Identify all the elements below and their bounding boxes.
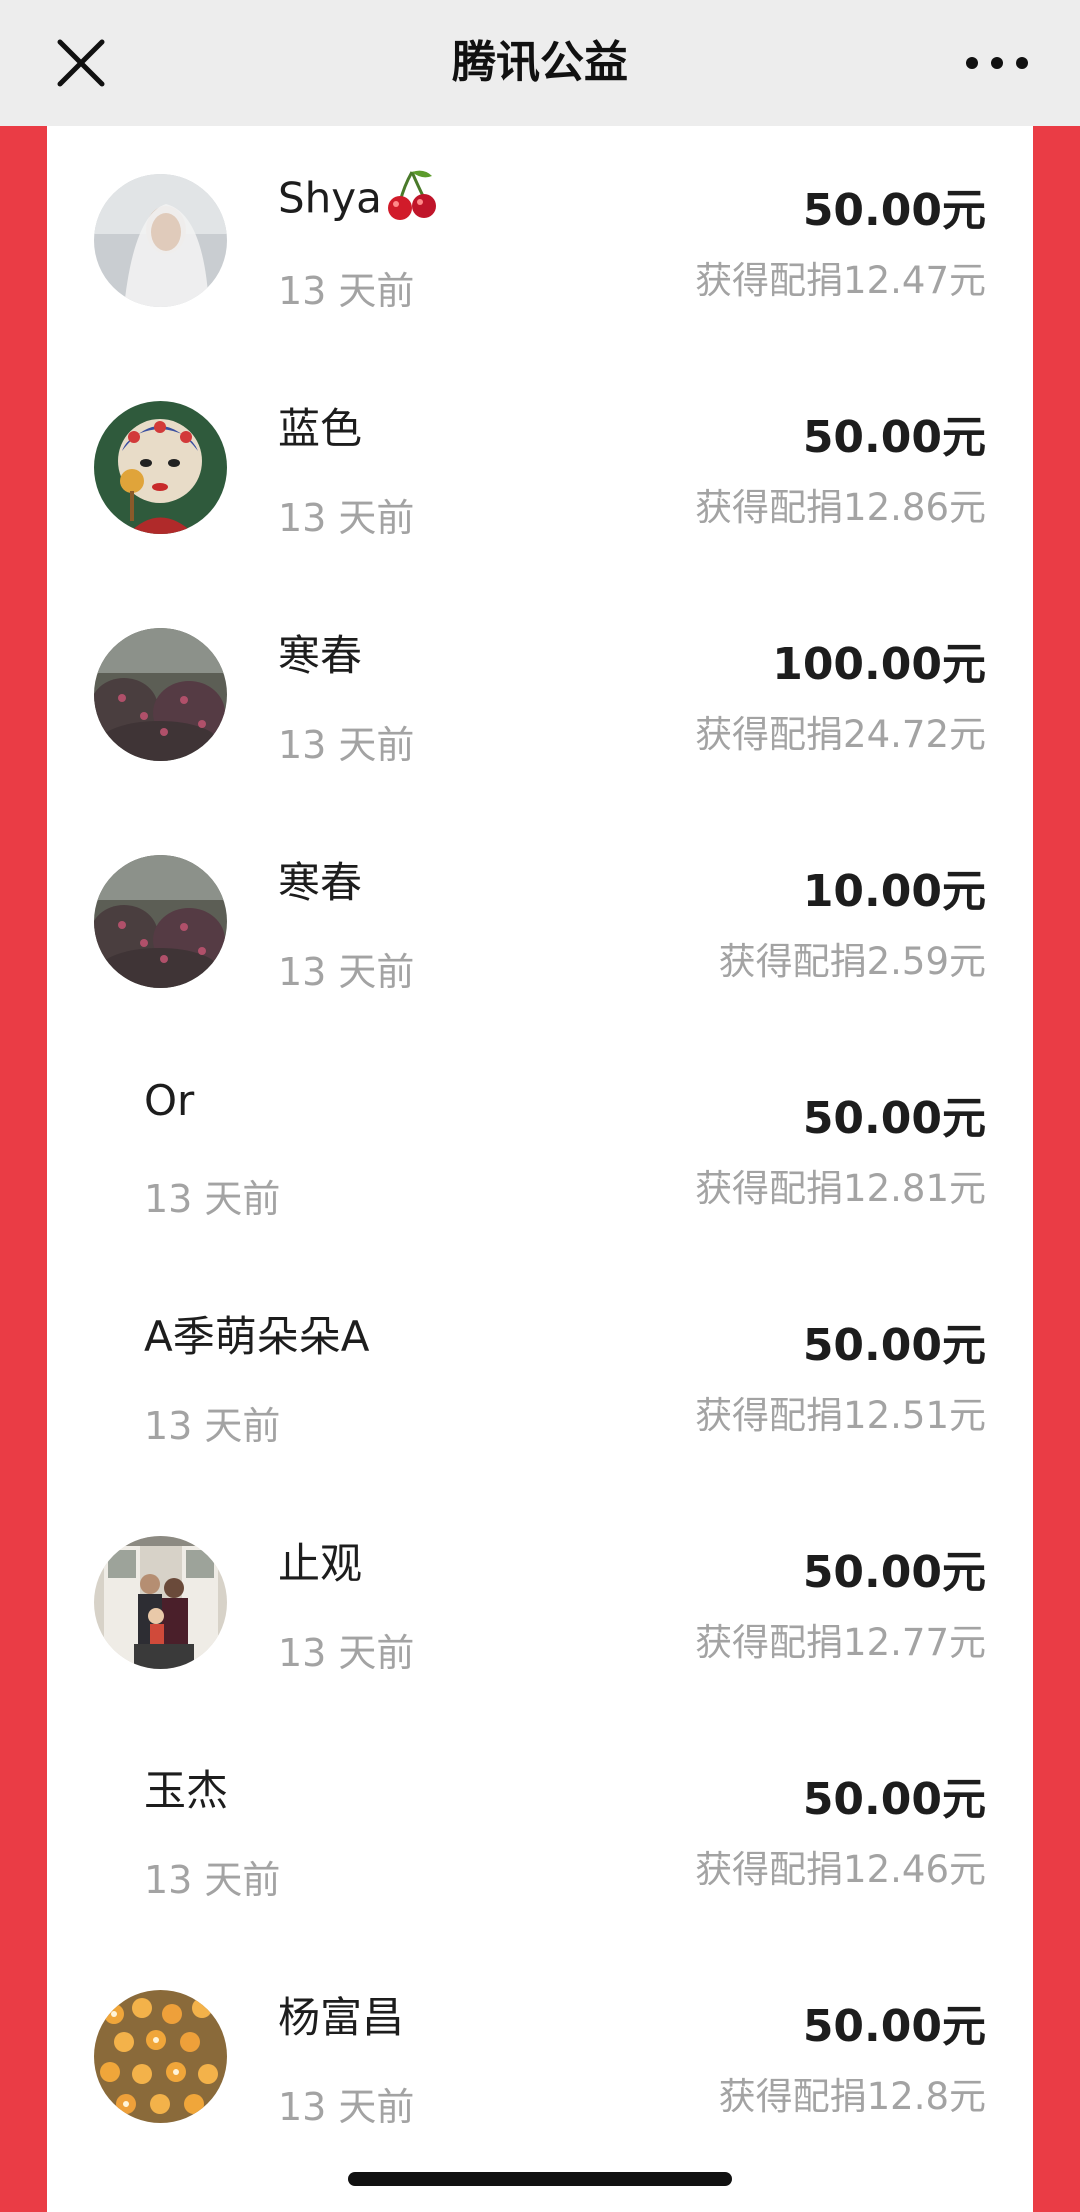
donor-row[interactable]: 寒春 13 天前 10.00元 获得配捐2.59元 <box>47 807 1033 1034</box>
donation-amount: 50.00元 <box>802 1320 986 1371</box>
donor-time: 13 天前 <box>278 269 415 313</box>
matched-donation: 获得配捐12.47元 <box>695 259 986 302</box>
donor-time: 13 天前 <box>144 1858 281 1902</box>
avatar <box>94 174 227 307</box>
donor-list: Shya 13 天前 50.00元 获得配捐12.47元 蓝色 13 天前 50… <box>47 126 1033 2212</box>
donor-row[interactable]: 蓝色 13 天前 50.00元 获得配捐12.86元 <box>47 353 1033 580</box>
avatar <box>94 855 227 988</box>
donation-amount: 50.00元 <box>802 412 986 463</box>
donor-row[interactable]: Shya 13 天前 50.00元 获得配捐12.47元 <box>47 126 1033 353</box>
donor-name: 玉杰 <box>144 1766 229 1815</box>
nav-bar: 腾讯公益 <box>0 0 1080 126</box>
matched-donation: 获得配捐12.81元 <box>695 1167 986 1210</box>
avatar <box>94 628 227 761</box>
close-icon[interactable] <box>52 34 110 92</box>
donor-row[interactable]: A季萌朵朵A 13 天前 50.00元 获得配捐12.51元 <box>47 1261 1033 1488</box>
matched-donation: 获得配捐12.8元 <box>718 2075 986 2118</box>
matched-donation: 获得配捐12.51元 <box>695 1394 986 1437</box>
donation-amount: 50.00元 <box>802 185 986 236</box>
donor-row[interactable]: 杨富昌 13 天前 50.00元 获得配捐12.8元 <box>47 1942 1033 2169</box>
donor-name: Or <box>144 1076 195 1125</box>
donor-row[interactable]: 止观 13 天前 50.00元 获得配捐12.77元 <box>47 1488 1033 1715</box>
donation-amount: 50.00元 <box>802 2001 986 2052</box>
donation-amount: 50.00元 <box>802 1547 986 1598</box>
matched-donation: 获得配捐24.72元 <box>695 713 986 756</box>
donor-name: 止观 <box>278 1539 363 1588</box>
matched-donation: 获得配捐12.77元 <box>695 1621 986 1664</box>
donation-amount: 100.00元 <box>772 639 986 690</box>
donor-row[interactable]: 寒春 13 天前 100.00元 获得配捐24.72元 <box>47 580 1033 807</box>
donor-time: 13 天前 <box>278 950 415 994</box>
donor-name: A季萌朵朵A <box>144 1312 370 1361</box>
donor-time: 13 天前 <box>144 1404 281 1448</box>
avatar <box>94 401 227 534</box>
matched-donation: 获得配捐2.59元 <box>718 940 986 983</box>
donor-name: Shya <box>278 168 438 234</box>
donor-time: 13 天前 <box>278 2085 415 2129</box>
donor-row[interactable]: Or 13 天前 50.00元 获得配捐12.81元 <box>47 1034 1033 1261</box>
more-dots-icon[interactable] <box>964 48 1030 78</box>
donor-name: 寒春 <box>278 631 363 680</box>
donation-amount: 50.00元 <box>802 1093 986 1144</box>
matched-donation: 获得配捐12.46元 <box>695 1848 986 1891</box>
donation-amount: 10.00元 <box>802 866 986 917</box>
donor-name: 杨富昌 <box>278 1993 405 2042</box>
home-indicator[interactable] <box>348 2172 732 2186</box>
donation-amount: 50.00元 <box>802 1774 986 1825</box>
page-title: 腾讯公益 <box>452 37 628 88</box>
donor-name: 寒春 <box>278 858 363 907</box>
donor-time: 13 天前 <box>278 723 415 767</box>
donor-name: 蓝色 <box>278 404 363 453</box>
avatar <box>94 1536 227 1669</box>
donor-time: 13 天前 <box>278 1631 415 1675</box>
donor-row[interactable]: 玉杰 13 天前 50.00元 获得配捐12.46元 <box>47 1715 1033 1942</box>
donor-time: 13 天前 <box>144 1177 281 1221</box>
donor-time: 13 天前 <box>278 496 415 540</box>
avatar <box>94 1990 227 2123</box>
cherry-icon <box>386 168 438 234</box>
matched-donation: 获得配捐12.86元 <box>695 486 986 529</box>
